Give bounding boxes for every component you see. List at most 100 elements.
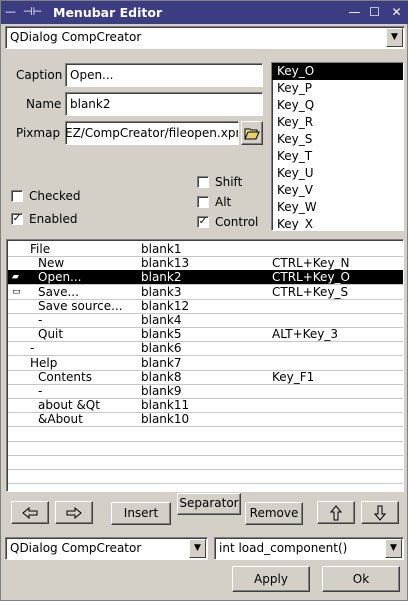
key-list-item[interactable]: Key_X [272, 216, 403, 230]
caption-input-value: Open... [70, 68, 114, 82]
menu-item-accelerator: CTRL+Key_S [272, 284, 349, 299]
menu-item-row[interactable]: - blank6 [8, 341, 403, 357]
menu-item-name: blank12 [141, 298, 190, 313]
control-checkbox[interactable]: ✓ [197, 216, 209, 228]
move-up-button[interactable] [317, 501, 355, 524]
empty-row [8, 427, 403, 442]
ok-button[interactable]: Ok [322, 566, 400, 592]
control-label: Control [215, 215, 259, 229]
class-combo[interactable]: QDialog CompCreator ▼ [5, 26, 405, 49]
empty-row [8, 441, 403, 456]
name-label: Name [26, 97, 62, 111]
menu-item-row[interactable]: New blank13 CTRL+Key_N [8, 256, 403, 272]
menu-item-name: blank2 [141, 270, 182, 285]
check-mark-icon: ✓ [12, 213, 22, 224]
menu-item-name: blank1 [141, 242, 182, 256]
slot-combo-value: int load_component() [219, 541, 348, 555]
signal-class-combo[interactable]: QDialog CompCreator ▼ [5, 537, 208, 560]
menu-item-caption: New [38, 256, 65, 271]
menu-item-name: blank11 [141, 398, 190, 413]
slot-combo[interactable]: int load_component() ▼ [214, 537, 404, 560]
chevron-down-icon[interactable]: ▼ [385, 539, 402, 558]
menu-item-accelerator: ALT+Key_3 [272, 327, 339, 342]
key-list-item[interactable]: Key_Q [272, 97, 403, 114]
title-bar[interactable]: — ⊣⊢ Menubar Editor — ☐ ✕ [1, 1, 408, 24]
menu-item-caption: Save source... [38, 298, 123, 313]
folder-icon: ▰ [12, 272, 19, 283]
menu-item-caption: Quit [38, 327, 64, 342]
arrow-up-icon [329, 505, 343, 521]
caption-label: Caption [16, 68, 63, 82]
menu-item-row[interactable]: about &Qt blank11 [8, 398, 403, 414]
menu-item-row[interactable]: File blank1 [8, 242, 403, 257]
menu-item-caption: File [30, 242, 51, 256]
window-menu-icon[interactable]: — [5, 6, 16, 18]
enabled-checkbox[interactable]: ✓ [11, 213, 23, 225]
menu-item-caption: - [30, 341, 35, 356]
pixmap-input[interactable]: EZ/CompCreator/fileopen.xpm [65, 121, 239, 145]
key-list-item[interactable]: Key_W [272, 199, 403, 216]
chevron-down-icon[interactable]: ▼ [189, 539, 206, 558]
menu-item-row[interactable]: Save source... blank12 [8, 299, 403, 314]
folder-open-icon [244, 128, 260, 140]
name-input[interactable]: blank2 [65, 92, 263, 116]
menu-item-row[interactable]: Contents blank8 Key_F1 [8, 370, 403, 385]
alt-label: Alt [215, 195, 232, 209]
close-icon[interactable]: ✕ [389, 5, 404, 20]
menu-item-name: blank4 [141, 313, 182, 327]
menu-item-row[interactable]: &About blank10 [8, 412, 403, 428]
insert-button[interactable]: Insert [111, 502, 171, 525]
menu-item-name: blank10 [141, 412, 190, 427]
maximize-icon[interactable]: ☐ [367, 5, 382, 20]
arrow-right-icon [66, 506, 82, 520]
menu-items-list[interactable]: File blank1 New blank13 CTRL+Key_N ▰ Open... bl… [6, 239, 404, 492]
menu-item-row[interactable]: - blank9 [8, 384, 403, 399]
check-mark-icon: ✓ [198, 216, 208, 227]
menu-item-accelerator: Key_F1 [272, 369, 315, 384]
class-combo-value: QDialog CompCreator [10, 30, 142, 44]
checked-label: Checked [29, 189, 81, 203]
key-list-item[interactable]: Key_S [272, 131, 403, 148]
menu-item-row[interactable]: Help blank7 [8, 356, 403, 371]
menu-item-row[interactable]: ▭ Save... blank3 CTRL+Key_S [8, 285, 403, 300]
move-left-button[interactable] [11, 501, 49, 524]
apply-button-label: Apply [254, 572, 288, 586]
menu-item-caption: Open... [38, 270, 82, 285]
menu-item-row[interactable]: ▰ Open... blank2 CTRL+Key_O [8, 270, 403, 286]
menu-item-caption: Help [30, 355, 58, 370]
browse-pixmap-button[interactable] [241, 121, 263, 145]
key-list-item[interactable]: Key_U [272, 165, 403, 182]
apply-button[interactable]: Apply [232, 566, 310, 592]
menu-item-caption: - [38, 313, 43, 327]
menu-item-name: blank6 [141, 341, 182, 356]
alt-checkbox[interactable] [197, 196, 209, 208]
arrow-down-icon [373, 505, 387, 521]
menu-item-caption: about &Qt [38, 398, 100, 413]
separator-button-label: Separator [179, 496, 239, 510]
move-right-button[interactable] [55, 501, 93, 524]
key-list[interactable]: Key_O Key_P Key_Q Key_R Key_S Key_T Key_U Key_V… [271, 62, 404, 231]
menu-item-caption: Save... [38, 284, 79, 299]
pin-icon[interactable]: ⊣⊢ [23, 6, 42, 18]
remove-button-label: Remove [249, 506, 299, 520]
menu-item-accelerator: CTRL+Key_N [272, 256, 350, 271]
key-list-item[interactable]: Key_T [272, 148, 403, 165]
move-down-button[interactable] [361, 501, 399, 524]
separator-button[interactable]: Separator [177, 493, 241, 515]
key-list-item[interactable]: Key_P [272, 80, 403, 97]
minimize-icon[interactable]: — [347, 5, 362, 20]
key-list-item[interactable]: Key_O [272, 63, 403, 80]
ok-button-label: Ok [352, 572, 370, 586]
shift-checkbox[interactable] [197, 176, 209, 188]
remove-button[interactable]: Remove [245, 502, 303, 525]
checked-checkbox[interactable] [11, 190, 23, 202]
menu-item-row[interactable]: Quit blank5 ALT+Key_3 [8, 327, 403, 343]
menu-item-name: blank7 [141, 355, 182, 370]
window-title: Menubar Editor [53, 5, 163, 20]
chevron-down-icon[interactable]: ▼ [386, 28, 403, 47]
caption-input[interactable]: Open... [65, 63, 263, 87]
menu-item-row[interactable]: - blank4 [8, 313, 403, 328]
key-list-item[interactable]: Key_V [272, 182, 403, 199]
key-list-item[interactable]: Key_R [272, 114, 403, 131]
menu-item-caption: - [38, 384, 43, 398]
